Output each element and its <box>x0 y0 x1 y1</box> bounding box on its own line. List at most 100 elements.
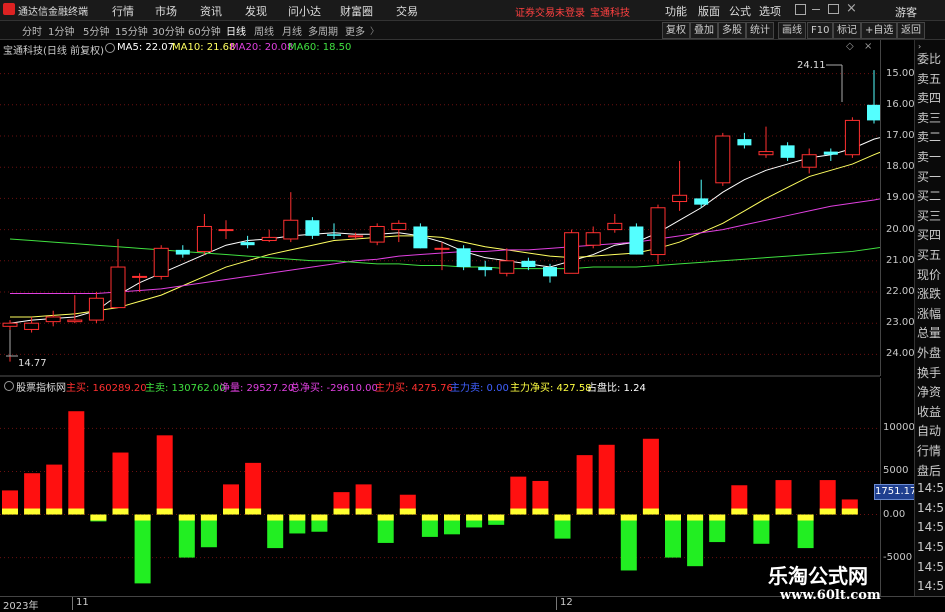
sidebar-item[interactable]: 14:5 <box>917 501 944 515</box>
tab-daily[interactable]: 日线 <box>226 23 246 38</box>
sidebar-item[interactable]: 卖五 <box>917 70 941 87</box>
sidebar-item[interactable]: 14:5 <box>917 560 944 574</box>
sidebar-item[interactable]: 14:5 <box>917 540 944 554</box>
sidebar-item[interactable]: 净资 <box>917 383 941 400</box>
indicator-bar <box>620 514 637 571</box>
price-axis-label: 20.00 <box>886 223 915 235</box>
back-button[interactable]: 返回 <box>897 22 925 39</box>
candlestick <box>650 204 666 264</box>
minimize-icon[interactable] <box>812 9 820 10</box>
sidebar-item[interactable]: 现价 <box>917 266 941 283</box>
candlestick <box>844 117 860 158</box>
menu-faxian[interactable]: 发现 <box>245 3 267 19</box>
tab-60min[interactable]: 60分钟 <box>188 23 221 38</box>
tab-more[interactable]: 更多 <box>345 23 365 38</box>
tab-weekly[interactable]: 周线 <box>254 23 274 38</box>
sidebar-item[interactable]: 卖三 <box>917 109 941 126</box>
indicator-bar <box>377 514 394 543</box>
jingliang-label: 净量: 29527.20 <box>220 383 295 394</box>
tab-5min[interactable]: 5分钟 <box>83 23 109 38</box>
indicator-bar <box>289 514 306 534</box>
candlestick <box>391 220 407 243</box>
indicator-bar <box>642 438 659 515</box>
tab-fenshi[interactable]: 分时 <box>22 23 42 38</box>
sidebar-item[interactable]: 涨跌 <box>917 285 941 302</box>
diejia-button[interactable]: 叠加 <box>690 22 718 39</box>
zhanpanbi-label: 占盘比: 1.24 <box>587 383 646 394</box>
app-title: 通达信金融终端 <box>18 7 88 18</box>
candlestick <box>715 132 731 186</box>
sidebar-item[interactable]: 买二 <box>917 187 941 204</box>
tongji-button[interactable]: 统计 <box>746 22 774 39</box>
indicator-info-bar: 股票指标网 主买: 160289.20 主卖: 130762.00 净量: 29… <box>0 377 880 394</box>
candlestick <box>607 214 623 233</box>
close-icon[interactable]: × <box>846 1 857 16</box>
indicator-bar <box>46 464 63 515</box>
sidebar-item[interactable]: 外盘 <box>917 344 941 361</box>
sidebar-item[interactable]: 涨幅 <box>917 305 941 322</box>
indicator-bar <box>753 514 770 544</box>
sidebar-item[interactable]: 盘后 <box>917 462 941 479</box>
sidebar-item[interactable]: 总量 <box>917 324 941 341</box>
menu-caifuquan[interactable]: 财富圈 <box>340 3 373 19</box>
indicator-bar <box>775 480 792 515</box>
menu-xuanxiang[interactable]: 选项 <box>759 3 781 19</box>
menu-jiaoyi[interactable]: 交易 <box>396 3 418 19</box>
price-axis-label: 18.00 <box>886 161 915 173</box>
candlestick <box>564 229 580 274</box>
sidebar-item[interactable]: 收益 <box>917 403 941 420</box>
menu-wenxiaoda[interactable]: 问小达 <box>288 3 321 19</box>
current-stock-alert[interactable]: 宝通科技 <box>590 4 630 19</box>
indicator-name[interactable]: 股票指标网 <box>16 379 66 394</box>
indicator-bar <box>134 514 151 584</box>
maximize-icon[interactable] <box>828 4 839 14</box>
login-status-alert[interactable]: 证券交易未登录 <box>515 4 585 19</box>
time-label-year: 2023年 <box>3 601 39 612</box>
duogu-button[interactable]: 多股 <box>718 22 746 39</box>
tab-monthly[interactable]: 月线 <box>282 23 302 38</box>
menu-zixun[interactable]: 资讯 <box>200 3 222 19</box>
add-watchlist-button[interactable]: +自选 <box>861 22 898 39</box>
sidebar-item[interactable]: 卖一 <box>917 148 941 165</box>
sidebar-item[interactable]: 委比 <box>917 50 941 67</box>
indicator-axis-label: 0.00 <box>883 508 906 520</box>
price-axis-label: 16.00 <box>886 98 915 110</box>
more-chevron-icon[interactable]: 〉 <box>370 24 379 37</box>
tab-15min[interactable]: 15分钟 <box>115 23 148 38</box>
menu-banmian[interactable]: 版面 <box>698 3 720 19</box>
indicator-bar <box>311 514 328 532</box>
biaoji-button[interactable]: 标记 <box>833 22 861 39</box>
sidebar-item[interactable]: 买五 <box>917 246 941 263</box>
sidebar-item[interactable]: 换手 <box>917 364 941 381</box>
f10-button[interactable]: F10 <box>807 22 834 39</box>
fuquan-button[interactable]: 复权 <box>662 22 690 39</box>
guest-user[interactable]: 游客 <box>895 4 917 20</box>
zhumai-label: 主买: 160289.20 <box>66 383 147 394</box>
tab-multi-period[interactable]: 多周期 <box>308 23 338 38</box>
zongjingmai-label: 总净买: -29610.00 <box>290 383 378 394</box>
sidebar-item[interactable]: 14:5 <box>917 579 944 593</box>
zhulijingmai-label: 主力净买: 427.58 <box>510 383 592 394</box>
indicator-bar <box>532 480 549 515</box>
sidebar-item[interactable]: 卖四 <box>917 89 941 106</box>
candlestick <box>153 245 169 280</box>
sidebar-item[interactable]: 14:5 <box>917 481 944 495</box>
period-tab-bar: 分时 1分钟 5分钟 15分钟 30分钟 60分钟 日线 周线 月线 多周期 更… <box>0 21 945 40</box>
huaxian-button[interactable]: 画线 <box>778 22 806 39</box>
menu-gongneng[interactable]: 功能 <box>665 3 687 19</box>
menu-gongshi[interactable]: 公式 <box>729 3 751 19</box>
sidebar-item[interactable]: 自动 <box>917 422 941 439</box>
sidebar-item[interactable]: 14:5 <box>917 520 944 534</box>
sidebar-item[interactable]: 行情 <box>917 442 941 459</box>
candlestick <box>694 179 709 208</box>
sidebar-item[interactable]: 买四 <box>917 226 941 243</box>
menu-shichang[interactable]: 市场 <box>155 3 177 19</box>
tab-30min[interactable]: 30分钟 <box>152 23 185 38</box>
tab-1min[interactable]: 1分钟 <box>48 23 74 38</box>
sidebar-item[interactable]: 卖二 <box>917 128 941 145</box>
indicator-settings-icon[interactable] <box>4 381 14 391</box>
sidebar-item[interactable]: 买三 <box>917 207 941 224</box>
menu-hangqing[interactable]: 行情 <box>112 3 134 19</box>
window-layout-icon[interactable] <box>795 4 806 15</box>
sidebar-item[interactable]: 买一 <box>917 168 941 185</box>
